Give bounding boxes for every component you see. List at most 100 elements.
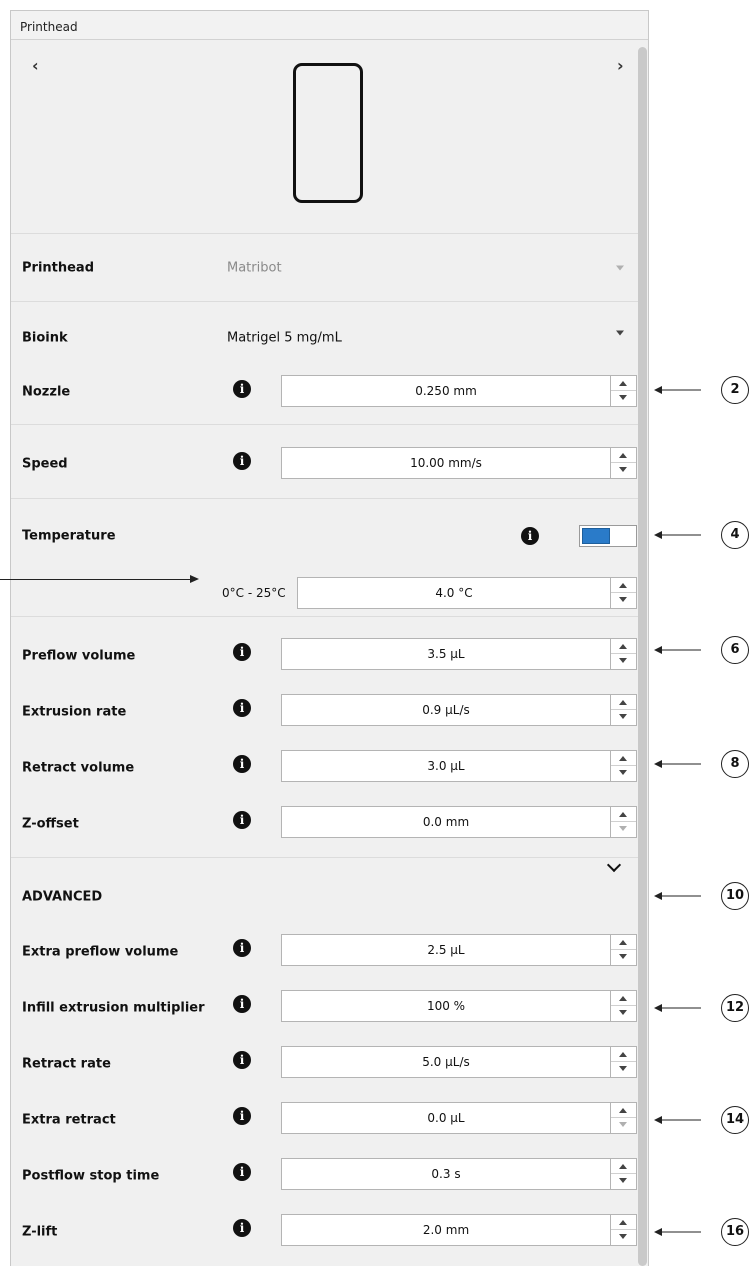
info-icon[interactable]: i: [233, 1219, 251, 1237]
increment-button[interactable]: [611, 1103, 636, 1118]
increment-button[interactable]: [611, 578, 636, 593]
extrusion-rate-spinbox[interactable]: 0.9 µL/s: [281, 694, 637, 726]
retract-volume-spinbox[interactable]: 3.0 µL: [281, 750, 637, 782]
increment-button[interactable]: [611, 991, 636, 1006]
callout-line: [661, 534, 701, 536]
vertical-scrollbar[interactable]: [638, 47, 647, 1266]
preflow-volume-value[interactable]: 3.5 µL: [282, 639, 610, 669]
z-offset-spinbox[interactable]: 0.0 mm: [281, 806, 637, 838]
increment-button[interactable]: [611, 1215, 636, 1230]
callout-line: [661, 649, 701, 651]
callout-line: [661, 1007, 701, 1009]
info-icon[interactable]: i: [233, 643, 251, 661]
chevron-down-icon[interactable]: [606, 857, 622, 873]
info-icon[interactable]: i: [233, 1107, 251, 1125]
annotation-arrow: [0, 579, 190, 580]
divider: [11, 498, 639, 499]
decrement-button[interactable]: [611, 766, 636, 781]
increment-button[interactable]: [611, 935, 636, 950]
extra-retract-value[interactable]: 0.0 µL: [282, 1103, 610, 1133]
decrement-button[interactable]: [611, 1230, 636, 1245]
retract-rate-value[interactable]: 5.0 µL/s: [282, 1047, 610, 1077]
chevron-down-icon[interactable]: [616, 330, 624, 336]
extrusion-rate-label: Extrusion rate: [22, 704, 127, 720]
increment-button[interactable]: [611, 376, 636, 391]
temperature-value[interactable]: 4.0 °C: [298, 578, 610, 608]
callout-badge: 6: [721, 636, 749, 664]
divider: [11, 424, 639, 425]
printhead-label: Printhead: [22, 260, 95, 276]
decrement-button[interactable]: [611, 1118, 636, 1133]
postflow-stop-time-label: Postflow stop time: [22, 1168, 160, 1184]
previous-arrow-icon[interactable]: ‹: [32, 56, 39, 75]
printhead-select: Matribot: [227, 260, 282, 276]
callout-badge: 4: [721, 521, 749, 549]
extrusion-rate-value[interactable]: 0.9 µL/s: [282, 695, 610, 725]
divider: [11, 857, 639, 858]
decrement-button[interactable]: [611, 1174, 636, 1189]
nozzle-value[interactable]: 0.250 mm: [282, 376, 610, 406]
bioink-select[interactable]: Matrigel 5 mg/mL: [227, 331, 342, 346]
increment-button[interactable]: [611, 639, 636, 654]
info-icon[interactable]: i: [233, 939, 251, 957]
z-lift-spinbox[interactable]: 2.0 mm: [281, 1214, 637, 1246]
bioink-label: Bioink: [22, 330, 68, 346]
callout-badge: 2: [721, 376, 749, 404]
temperature-toggle[interactable]: [579, 525, 637, 547]
advanced-section-header[interactable]: ADVANCED: [22, 890, 102, 905]
increment-button[interactable]: [611, 1047, 636, 1062]
next-arrow-icon[interactable]: ›: [617, 56, 624, 75]
speed-label: Speed: [22, 456, 68, 472]
extra-retract-spinbox[interactable]: 0.0 µL: [281, 1102, 637, 1134]
callout-badge: 16: [721, 1218, 749, 1246]
info-icon[interactable]: i: [233, 380, 251, 398]
printhead-settings-panel: Printhead ‹ › Printhead Matribot Bioink …: [10, 10, 649, 1266]
callout-line: [661, 389, 701, 391]
decrement-button[interactable]: [611, 391, 636, 406]
increment-button[interactable]: [611, 751, 636, 766]
decrement-button[interactable]: [611, 593, 636, 608]
callout-line: [661, 1119, 701, 1121]
infill-extrusion-multiplier-label: Infill extrusion multiplier: [22, 1000, 205, 1016]
extra-preflow-volume-value[interactable]: 2.5 µL: [282, 935, 610, 965]
speed-spinbox[interactable]: 10.00 mm/s: [281, 447, 637, 479]
info-icon[interactable]: i: [233, 1051, 251, 1069]
temperature-spinbox[interactable]: 4.0 °C: [297, 577, 637, 609]
info-icon[interactable]: i: [521, 527, 539, 545]
infill-extrusion-multiplier-value[interactable]: 100 %: [282, 991, 610, 1021]
postflow-stop-time-spinbox[interactable]: 0.3 s: [281, 1158, 637, 1190]
info-icon[interactable]: i: [233, 452, 251, 470]
infill-extrusion-multiplier-spinbox[interactable]: 100 %: [281, 990, 637, 1022]
temperature-range: 0°C - 25°C: [222, 586, 286, 600]
decrement-button[interactable]: [611, 463, 636, 478]
extra-preflow-volume-label: Extra preflow volume: [22, 944, 179, 960]
speed-value[interactable]: 10.00 mm/s: [282, 448, 610, 478]
z-offset-value[interactable]: 0.0 mm: [282, 807, 610, 837]
info-icon[interactable]: i: [233, 755, 251, 773]
decrement-button[interactable]: [611, 950, 636, 965]
decrement-button[interactable]: [611, 654, 636, 669]
info-icon[interactable]: i: [233, 811, 251, 829]
divider: [11, 233, 639, 234]
decrement-button[interactable]: [611, 710, 636, 725]
callout-badge: 12: [721, 994, 749, 1022]
nozzle-spinbox[interactable]: 0.250 mm: [281, 375, 637, 407]
increment-button[interactable]: [611, 807, 636, 822]
decrement-button[interactable]: [611, 1006, 636, 1021]
increment-button[interactable]: [611, 1159, 636, 1174]
decrement-button[interactable]: [611, 822, 636, 837]
info-icon[interactable]: i: [233, 995, 251, 1013]
increment-button[interactable]: [611, 448, 636, 463]
retract-volume-value[interactable]: 3.0 µL: [282, 751, 610, 781]
info-icon[interactable]: i: [233, 1163, 251, 1181]
decrement-button[interactable]: [611, 1062, 636, 1077]
z-lift-value[interactable]: 2.0 mm: [282, 1215, 610, 1245]
preflow-volume-spinbox[interactable]: 3.5 µL: [281, 638, 637, 670]
info-icon[interactable]: i: [233, 699, 251, 717]
retract-volume-label: Retract volume: [22, 760, 135, 776]
increment-button[interactable]: [611, 695, 636, 710]
retract-rate-spinbox[interactable]: 5.0 µL/s: [281, 1046, 637, 1078]
extra-preflow-volume-spinbox[interactable]: 2.5 µL: [281, 934, 637, 966]
extra-retract-label: Extra retract: [22, 1112, 116, 1128]
postflow-stop-time-value[interactable]: 0.3 s: [282, 1159, 610, 1189]
